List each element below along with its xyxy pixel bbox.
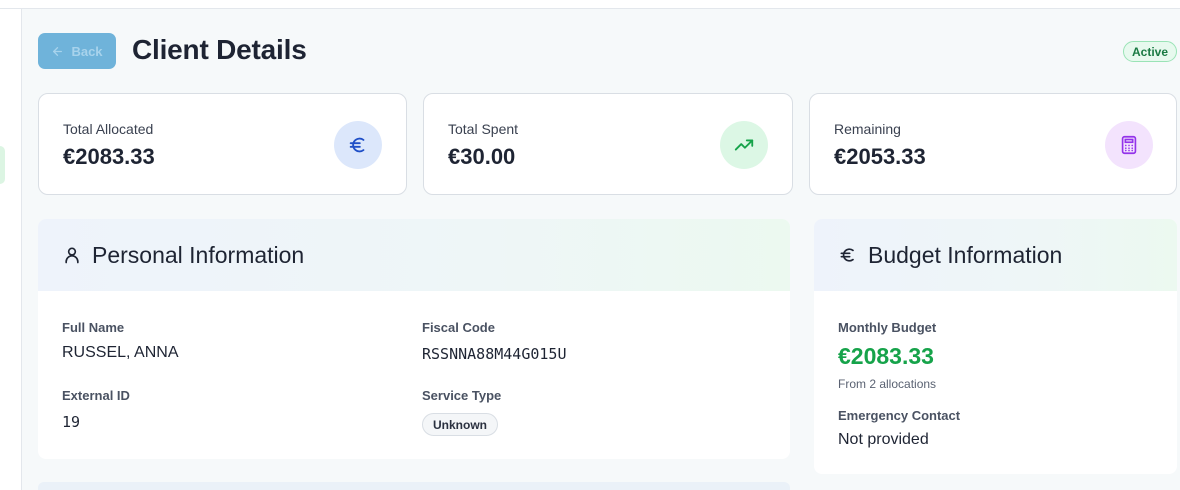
- arrow-left-icon: [53, 46, 63, 56]
- status-badge: Active: [1123, 41, 1177, 62]
- fiscal-code-label: Fiscal Code: [422, 320, 495, 335]
- stat-card-total-allocated: Total Allocated €2083.33: [38, 93, 407, 195]
- emergency-contact-value: Not provided: [838, 431, 929, 448]
- panel-header: Budget Information: [814, 219, 1177, 291]
- stat-label: Total Allocated: [63, 121, 154, 137]
- calculator-icon: [1105, 121, 1153, 169]
- monthly-budget-note: From 2 allocations: [838, 377, 937, 391]
- fiscal-code-value: RSSNNA88M44G015U: [422, 345, 567, 363]
- full-name-label: Full Name: [62, 320, 125, 335]
- euro-icon: [840, 248, 854, 262]
- stat-value: €30.00: [448, 144, 516, 169]
- next-panel-edge: [38, 482, 790, 490]
- personal-information-panel: Personal Information Full Name RUSSEL, A…: [38, 219, 790, 459]
- stat-value: €2083.33: [63, 144, 155, 169]
- back-button[interactable]: Back: [38, 33, 116, 69]
- panel-title: Personal Information: [92, 241, 305, 268]
- euro-icon: [334, 121, 382, 169]
- stat-card-total-spent: Total Spent €30.00: [423, 93, 793, 195]
- back-button-label: Back: [71, 43, 103, 59]
- top-border: [0, 0, 1180, 9]
- panel-header: Personal Information: [38, 219, 790, 291]
- panel-title: Budget Information: [868, 241, 1063, 268]
- service-type-chip: Unknown: [422, 413, 498, 436]
- page-title: Client Details: [132, 34, 307, 65]
- stat-label: Total Spent: [448, 121, 519, 137]
- external-id-label: External ID: [62, 388, 130, 403]
- budget-information-panel: Budget Information Monthly Budget €2083.…: [814, 219, 1177, 474]
- stat-label: Remaining: [834, 121, 901, 137]
- stat-value: €2053.33: [834, 144, 926, 169]
- emergency-contact-label: Emergency Contact: [838, 408, 961, 423]
- trending-up-icon: [720, 121, 768, 169]
- monthly-budget-label: Monthly Budget: [838, 320, 937, 335]
- user-icon: [65, 247, 79, 264]
- stat-card-remaining: Remaining €2053.33: [809, 93, 1177, 195]
- sidebar-active-indicator[interactable]: [0, 146, 5, 184]
- sidebar: [0, 9, 22, 490]
- service-type-label: Service Type: [422, 388, 502, 403]
- external-id-value: 19: [62, 413, 81, 431]
- full-name-value: RUSSEL, ANNA: [62, 344, 179, 361]
- monthly-budget-value: €2083.33: [838, 343, 934, 369]
